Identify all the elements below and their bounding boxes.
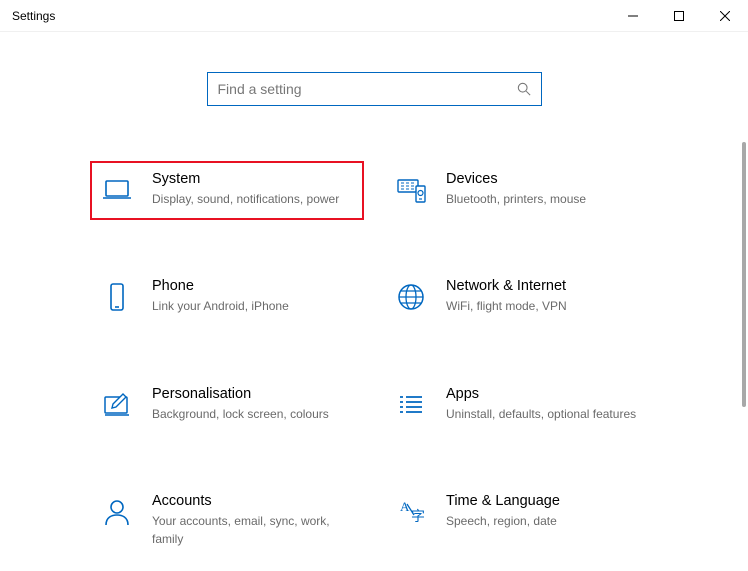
category-network[interactable]: Network & Internet WiFi, flight mode, VP… (384, 268, 658, 327)
apps-icon (394, 388, 428, 422)
category-apps[interactable]: Apps Uninstall, defaults, optional featu… (384, 376, 658, 435)
category-desc: Uninstall, defaults, optional features (446, 406, 648, 423)
devices-icon (394, 173, 428, 207)
search-input[interactable] (218, 81, 517, 97)
minimize-icon (628, 11, 638, 21)
close-button[interactable] (702, 0, 748, 32)
category-title: Personalisation (152, 386, 354, 402)
category-title: System (152, 171, 354, 187)
window-title: Settings (12, 9, 55, 23)
category-system[interactable]: System Display, sound, notifications, po… (90, 161, 364, 220)
category-desc: Your accounts, email, sync, work, family (152, 513, 354, 548)
category-desc: Background, lock screen, colours (152, 406, 354, 423)
category-desc: Display, sound, notifications, power (152, 191, 354, 208)
scrollbar[interactable] (740, 142, 746, 571)
personalisation-icon (100, 388, 134, 422)
svg-text:字: 字 (411, 509, 425, 525)
category-time-language[interactable]: A字 Time & Language Speech, region, date (384, 483, 658, 560)
category-title: Apps (446, 386, 648, 402)
category-desc: Link your Android, iPhone (152, 298, 354, 315)
phone-icon (100, 280, 134, 314)
category-desc: Speech, region, date (446, 513, 648, 530)
laptop-icon (100, 173, 134, 207)
category-title: Time & Language (446, 493, 648, 509)
close-icon (720, 11, 730, 21)
maximize-button[interactable] (656, 0, 702, 32)
category-title: Devices (446, 171, 648, 187)
category-desc: WiFi, flight mode, VPN (446, 298, 648, 315)
scrollbar-thumb[interactable] (742, 142, 746, 407)
network-icon (394, 280, 428, 314)
maximize-icon (674, 11, 684, 21)
category-title: Phone (152, 278, 354, 294)
content-area: System Display, sound, notifications, po… (0, 32, 748, 571)
category-title: Network & Internet (446, 278, 648, 294)
category-personalisation[interactable]: Personalisation Background, lock screen,… (90, 376, 364, 435)
category-phone[interactable]: Phone Link your Android, iPhone (90, 268, 364, 327)
minimize-button[interactable] (610, 0, 656, 32)
category-devices[interactable]: Devices Bluetooth, printers, mouse (384, 161, 658, 220)
search-box[interactable] (207, 72, 542, 106)
category-title: Accounts (152, 493, 354, 509)
time-language-icon: A字 (394, 495, 428, 529)
category-desc: Bluetooth, printers, mouse (446, 191, 648, 208)
search-icon (517, 82, 531, 96)
categories-grid: System Display, sound, notifications, po… (90, 161, 658, 560)
titlebar: Settings (0, 0, 748, 32)
window-controls (610, 0, 748, 31)
category-accounts[interactable]: Accounts Your accounts, email, sync, wor… (90, 483, 364, 560)
search-row (90, 72, 658, 106)
accounts-icon (100, 495, 134, 529)
